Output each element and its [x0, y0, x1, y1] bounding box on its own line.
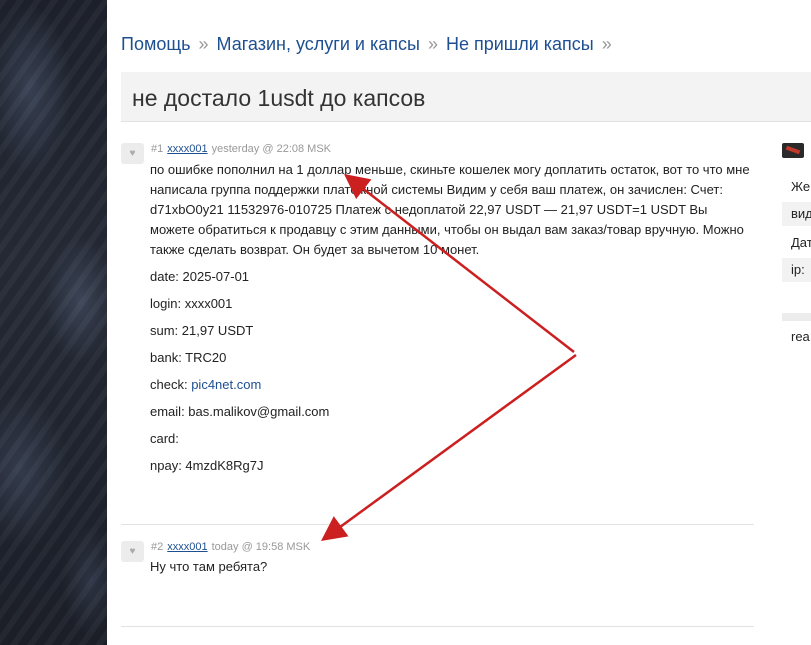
field-check: check: pic4net.com — [150, 375, 750, 395]
field-card: card: — [150, 431, 179, 446]
sidebar-row: Же — [791, 179, 811, 194]
decorative-side-art — [0, 0, 107, 645]
thread-title-bar: не достало 1usdt до капсов — [121, 72, 811, 122]
post-meta: #1 xxxx001 yesterday @ 22:08 MSK — [151, 143, 331, 155]
sidebar-row: вид — [782, 202, 811, 226]
post-body: Ну что там ребята? — [150, 557, 750, 577]
post-body: по ошибке пополнил на 1 доллар меньше, с… — [150, 160, 750, 476]
post-divider — [121, 626, 754, 627]
post-number[interactable]: #1 — [151, 143, 163, 155]
breadcrumb-help[interactable]: Помощь — [121, 34, 191, 54]
field-login: login: xxxx001 — [150, 296, 233, 311]
post-text: Ну что там ребята? — [150, 559, 268, 574]
breadcrumb-separator: » — [427, 34, 438, 54]
avatar-placeholder-icon[interactable]: ♥ — [121, 143, 144, 164]
post-divider — [121, 524, 754, 525]
post-time: yesterday @ 22:08 MSK — [211, 143, 331, 155]
post-number[interactable]: #2 — [151, 541, 163, 553]
post-1: ♥ #1 xxxx001 yesterday @ 22:08 MSK по ошиб… — [121, 143, 754, 503]
field-sum: sum: 21,97 USDT — [150, 323, 254, 338]
field-check-label: check: — [150, 377, 188, 392]
field-bank: bank: TRC20 — [150, 350, 227, 365]
field-npay: npay: 4mzdK8Rg7J — [150, 458, 264, 473]
breadcrumb-separator: » — [198, 34, 209, 54]
field-email: email: bas.malikov@gmail.com — [150, 404, 330, 419]
post-time: today @ 19:58 MSK — [211, 541, 311, 553]
breadcrumb-separator: » — [601, 34, 612, 54]
field-date: date: 2025-07-01 — [150, 269, 250, 284]
breadcrumb-shop[interactable]: Магазин, услуги и капсы — [217, 34, 420, 54]
check-link[interactable]: pic4net.com — [191, 377, 261, 392]
sidebar-divider — [782, 313, 811, 321]
breadcrumb: Помощь » Магазин, услуги и капсы » Не пришли… — [121, 34, 620, 55]
sidebar-row: Дат — [791, 235, 811, 250]
sidebar-row: ip: — [782, 258, 811, 282]
post-2: ♥ #2 xxxx001 today @ 19:58 MSK Ну что там … — [121, 541, 754, 601]
breadcrumb-caps[interactable]: Не пришли капсы — [446, 34, 594, 54]
post-author[interactable]: xxxx001 — [167, 541, 207, 553]
sidebar-row: rea — [791, 329, 810, 344]
post-meta: #2 xxxx001 today @ 19:58 MSK — [151, 541, 310, 553]
thread-title: не достало 1usdt до капсов — [132, 85, 426, 111]
avatar-placeholder-icon[interactable]: ♥ — [121, 541, 144, 562]
post-text: по ошибке пополнил на 1 доллар меньше, с… — [150, 162, 750, 257]
user-badge-icon — [782, 143, 804, 158]
post-author[interactable]: xxxx001 — [167, 143, 207, 155]
